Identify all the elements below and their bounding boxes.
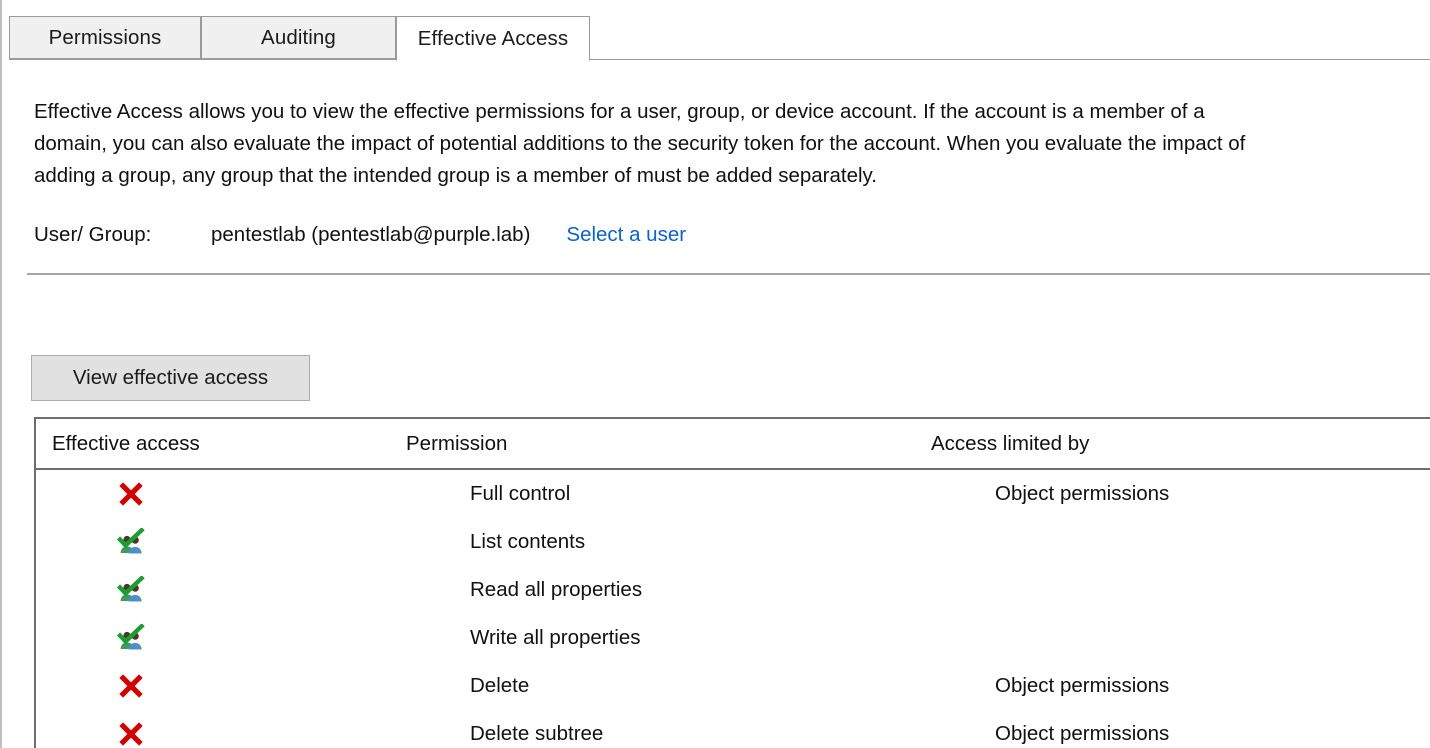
table-row[interactable]: Full controlObject permissions bbox=[36, 470, 1430, 518]
table-row[interactable]: Read all properties bbox=[36, 566, 1430, 614]
cell-permission: Delete bbox=[469, 674, 995, 698]
allow-group-icon bbox=[116, 575, 146, 605]
advanced-security-settings-window: Permissions Auditing Effective Access Ef… bbox=[0, 0, 1430, 748]
section-divider bbox=[27, 273, 1430, 275]
cell-access-limited-by: Object permissions bbox=[995, 482, 1430, 506]
cell-access-limited-by: Object permissions bbox=[995, 722, 1430, 746]
cell-permission: Delete subtree bbox=[469, 722, 995, 746]
cell-permission: Write all properties bbox=[469, 626, 995, 650]
tab-effective-access[interactable]: Effective Access bbox=[396, 16, 590, 61]
select-a-user-link[interactable]: Select a user bbox=[566, 223, 686, 247]
cell-effective-access bbox=[36, 623, 469, 653]
cell-permission: Full control bbox=[469, 482, 995, 506]
view-effective-access-button[interactable]: View effective access bbox=[31, 355, 310, 401]
tab-auditing-label: Auditing bbox=[261, 26, 336, 50]
deny-x-icon bbox=[116, 719, 146, 748]
user-group-row: User/ Group: pentestlab (pentestlab@purp… bbox=[34, 223, 686, 251]
column-header-permission[interactable]: Permission bbox=[405, 432, 931, 456]
cell-permission: List contents bbox=[469, 530, 995, 554]
tab-strip: Permissions Auditing Effective Access bbox=[9, 16, 1430, 60]
table-row[interactable]: DeleteObject permissions bbox=[36, 662, 1430, 710]
allow-group-icon bbox=[116, 623, 146, 653]
column-header-access-limited-by[interactable]: Access limited by bbox=[931, 432, 1430, 456]
effective-access-panel: Effective Access allows you to view the … bbox=[9, 60, 1430, 748]
cell-effective-access bbox=[36, 479, 469, 509]
effective-access-table: Effective access Permission Access limit… bbox=[34, 417, 1430, 748]
cell-permission: Read all properties bbox=[469, 578, 995, 602]
table-row[interactable]: List contents bbox=[36, 518, 1430, 566]
table-row[interactable]: Write all properties bbox=[36, 614, 1430, 662]
table-body: Full controlObject permissionsList conte… bbox=[36, 470, 1430, 748]
tab-permissions[interactable]: Permissions bbox=[9, 16, 201, 59]
cell-access-limited-by: Object permissions bbox=[995, 674, 1430, 698]
cell-effective-access bbox=[36, 527, 469, 557]
tab-permissions-label: Permissions bbox=[49, 26, 162, 50]
column-header-effective-access[interactable]: Effective access bbox=[36, 432, 405, 456]
cell-effective-access bbox=[36, 671, 469, 701]
allow-group-icon bbox=[116, 527, 146, 557]
tab-auditing[interactable]: Auditing bbox=[201, 16, 396, 59]
panel-description: Effective Access allows you to view the … bbox=[34, 96, 1430, 192]
user-group-value: pentestlab (pentestlab@purple.lab) bbox=[211, 223, 530, 247]
tab-effective-access-label: Effective Access bbox=[418, 27, 569, 51]
table-header-row: Effective access Permission Access limit… bbox=[36, 419, 1430, 470]
cell-effective-access bbox=[36, 575, 469, 605]
deny-x-icon bbox=[116, 479, 146, 509]
cell-effective-access bbox=[36, 719, 469, 748]
deny-x-icon bbox=[116, 671, 146, 701]
table-row[interactable]: Delete subtreeObject permissions bbox=[36, 710, 1430, 748]
user-group-label: User/ Group: bbox=[34, 223, 211, 247]
